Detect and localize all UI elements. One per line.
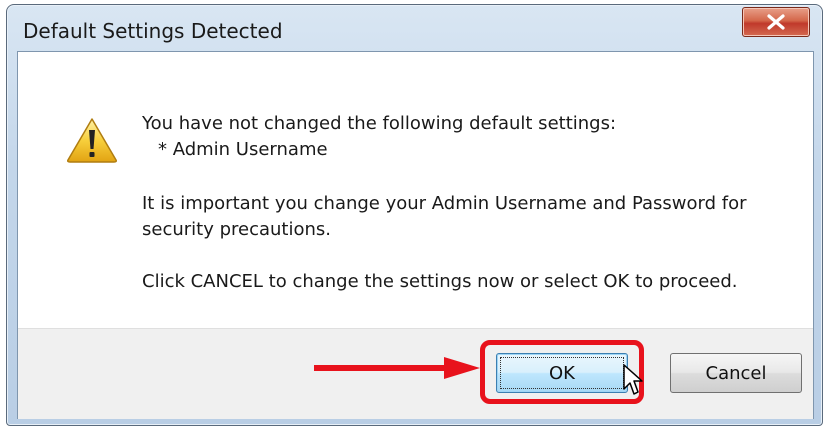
message-line-1: You have not changed the following defau… [142,113,617,134]
message-line-5: Click CANCEL to change the settings now … [142,271,738,292]
close-x-icon [767,14,785,30]
message-line-2: * Admin Username [158,139,328,160]
message-area: You have not changed the following defau… [18,52,813,328]
cancel-button[interactable]: Cancel [670,353,802,393]
message-line-3: It is important you change your Admin Us… [142,193,747,214]
mouse-pointer-icon [623,364,643,395]
red-highlight-box [480,340,644,404]
close-button[interactable] [742,7,810,37]
dialog-title: Default Settings Detected [23,19,283,43]
button-bar: OK Cancel [18,328,813,419]
red-arrow-annotation [314,357,480,379]
dialog-client-area: You have not changed the following defau… [17,51,814,419]
message-line-4: security precautions. [142,219,332,240]
dialog-window: Default Settings Detected You have not c… [6,4,823,426]
warning-icon [67,118,117,163]
cancel-button-label: Cancel [705,363,767,384]
